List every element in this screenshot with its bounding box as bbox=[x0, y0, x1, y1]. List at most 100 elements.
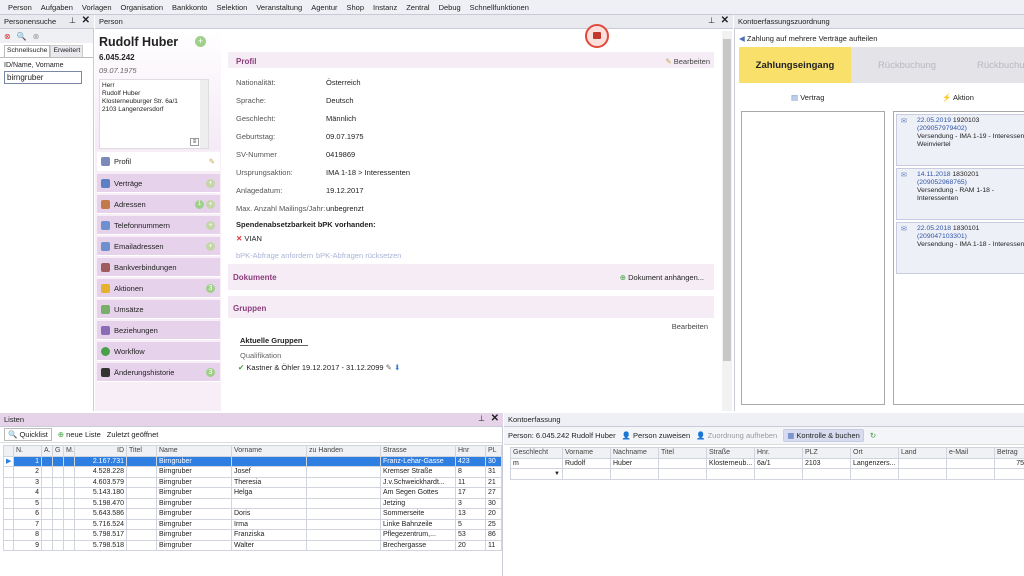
vertrag-list[interactable] bbox=[741, 111, 885, 405]
menu-item[interactable]: Veranstaltung bbox=[256, 3, 302, 12]
nav-profil[interactable]: Profil ✎ bbox=[97, 152, 220, 171]
stop-icon[interactable]: ⊗ bbox=[33, 32, 40, 41]
cell[interactable] bbox=[898, 457, 947, 469]
cell[interactable]: 13 bbox=[455, 508, 486, 520]
table-row[interactable]: 6 5.643.586 Birngruber Doris Sommerseite 13 20 bbox=[3, 508, 502, 520]
cell[interactable]: 2.167.731 bbox=[74, 455, 127, 467]
cell[interactable] bbox=[610, 468, 659, 480]
cell[interactable]: 5.198.470 bbox=[74, 497, 127, 509]
cell[interactable] bbox=[231, 497, 307, 509]
cell[interactable] bbox=[63, 518, 75, 530]
cell[interactable] bbox=[126, 476, 157, 488]
cell[interactable] bbox=[306, 497, 381, 509]
cell[interactable] bbox=[52, 539, 64, 551]
nav-vertraege[interactable]: Verträge + bbox=[97, 174, 220, 193]
gender-dropdown[interactable]: ▼ bbox=[510, 468, 563, 480]
menu-item[interactable]: Organisation bbox=[121, 3, 164, 12]
cell[interactable]: 30 bbox=[485, 497, 502, 509]
aktion-list[interactable]: ✉ 22.05.2019 1920103 (209057979402) Vers… bbox=[893, 111, 1024, 405]
cell[interactable]: Birngruber bbox=[156, 518, 232, 530]
bpk-request-link[interactable]: bPK-Abfrage anfordern bbox=[236, 251, 313, 260]
cell[interactable] bbox=[52, 529, 64, 541]
cell[interactable] bbox=[306, 455, 381, 467]
cell[interactable] bbox=[63, 455, 75, 467]
split-payment-button[interactable]: ◀ Zahlung auf mehrere Verträge aufteilen bbox=[739, 34, 877, 43]
column-header[interactable]: Vorname bbox=[562, 447, 611, 459]
cell[interactable] bbox=[126, 466, 157, 478]
cell[interactable]: 4 bbox=[13, 487, 42, 499]
column-header[interactable]: Hnr bbox=[455, 445, 486, 457]
column-header[interactable]: G bbox=[52, 445, 64, 457]
menu-item[interactable]: Selektion bbox=[216, 3, 247, 12]
cell[interactable] bbox=[52, 487, 64, 499]
cell[interactable]: 11 bbox=[455, 476, 486, 488]
gruppen-edit-button[interactable]: Bearbeiten bbox=[672, 322, 708, 331]
menu-item[interactable]: Debug bbox=[439, 3, 461, 12]
column-header[interactable]: Betrag bbox=[994, 447, 1024, 459]
cell[interactable]: Helga bbox=[231, 487, 307, 499]
cell[interactable] bbox=[994, 468, 1024, 480]
cell[interactable]: 20 bbox=[485, 508, 502, 520]
recent-button[interactable]: Zuletzt geöffnet bbox=[107, 430, 159, 439]
table-row[interactable]: 5 5.198.470 Birngruber Jetzing 3 30 bbox=[3, 497, 502, 509]
menu-item[interactable]: Shop bbox=[347, 3, 365, 12]
table-row[interactable]: 7 5.716.524 Birngruber Irma Linke Bahnzeile 5… bbox=[3, 518, 502, 530]
pencil-icon[interactable]: ✎ bbox=[386, 363, 392, 372]
close-icon[interactable]: ✕ bbox=[491, 413, 499, 424]
tab-rueckbuchung-2[interactable]: Rückbuchung bbox=[963, 47, 1024, 83]
cell[interactable]: Linke Bahnzeile bbox=[380, 518, 456, 530]
cell[interactable] bbox=[41, 529, 53, 541]
attach-document-button[interactable]: ⊕ Dokument anhängen... bbox=[620, 273, 704, 282]
search-input[interactable]: birngruber bbox=[4, 71, 82, 84]
cell[interactable] bbox=[52, 455, 64, 467]
cell[interactable]: 4.528.228 bbox=[74, 466, 127, 478]
column-header[interactable]: e-Mail bbox=[946, 447, 995, 459]
record-indicator-icon[interactable] bbox=[585, 24, 609, 48]
cell[interactable]: 3 bbox=[455, 497, 486, 509]
cell[interactable] bbox=[306, 508, 381, 520]
cell[interactable] bbox=[754, 468, 803, 480]
cell[interactable] bbox=[41, 476, 53, 488]
cell[interactable]: 4.603.579 bbox=[74, 476, 127, 488]
cell[interactable]: Jetzing bbox=[380, 497, 456, 509]
nav-telefonnummern[interactable]: Telefonnummern + bbox=[97, 216, 220, 235]
cell[interactable] bbox=[898, 468, 947, 480]
nav-umsaetze[interactable]: Umsätze bbox=[97, 300, 220, 319]
column-header[interactable]: ID bbox=[74, 445, 127, 457]
table-row[interactable]: 8 5.798.517 Birngruber Franziska Pflegezentr… bbox=[3, 529, 502, 541]
new-list-button[interactable]: ⊕ neue Liste bbox=[58, 430, 101, 439]
cell[interactable]: 21 bbox=[485, 476, 502, 488]
nav-beziehungen[interactable]: Beziehungen bbox=[97, 321, 220, 340]
menu-item[interactable]: Agentur bbox=[311, 3, 337, 12]
nav-emailadressen[interactable]: Emailadressen + bbox=[97, 237, 220, 256]
cell[interactable] bbox=[63, 487, 75, 499]
row-indicator[interactable] bbox=[3, 497, 14, 509]
cell[interactable] bbox=[41, 497, 53, 509]
cell[interactable]: Sommerseite bbox=[380, 508, 456, 520]
cell[interactable]: 20 bbox=[455, 539, 486, 551]
tab-erweitert[interactable]: Erweitert bbox=[50, 45, 84, 57]
cell[interactable] bbox=[126, 455, 157, 467]
pin-icon[interactable]: ⊥ bbox=[478, 414, 485, 423]
cell[interactable]: 5.143.180 bbox=[74, 487, 127, 499]
column-header[interactable]: Vorname bbox=[231, 445, 307, 457]
cell[interactable] bbox=[658, 457, 707, 469]
menu-item[interactable]: Schnellfunktionen bbox=[470, 3, 529, 12]
column-header[interactable]: Nachname bbox=[610, 447, 659, 459]
cell[interactable]: 5.716.524 bbox=[74, 518, 127, 530]
nav-workflow[interactable]: Workflow bbox=[97, 342, 220, 361]
cell[interactable] bbox=[126, 487, 157, 499]
cell[interactable]: Brechergasse bbox=[380, 539, 456, 551]
cell[interactable] bbox=[126, 539, 157, 551]
cell[interactable] bbox=[52, 466, 64, 478]
address-scrollbar[interactable] bbox=[200, 80, 208, 148]
cell[interactable]: 30 bbox=[485, 455, 502, 467]
cell[interactable]: 27 bbox=[485, 487, 502, 499]
row-indicator[interactable] bbox=[3, 476, 14, 488]
nav-aktionen[interactable]: Aktionen 3 bbox=[97, 279, 220, 298]
row-indicator[interactable] bbox=[3, 466, 14, 478]
close-icon[interactable]: ✕ bbox=[721, 15, 729, 26]
cell[interactable] bbox=[306, 529, 381, 541]
cell[interactable] bbox=[41, 508, 53, 520]
cell[interactable] bbox=[231, 455, 307, 467]
